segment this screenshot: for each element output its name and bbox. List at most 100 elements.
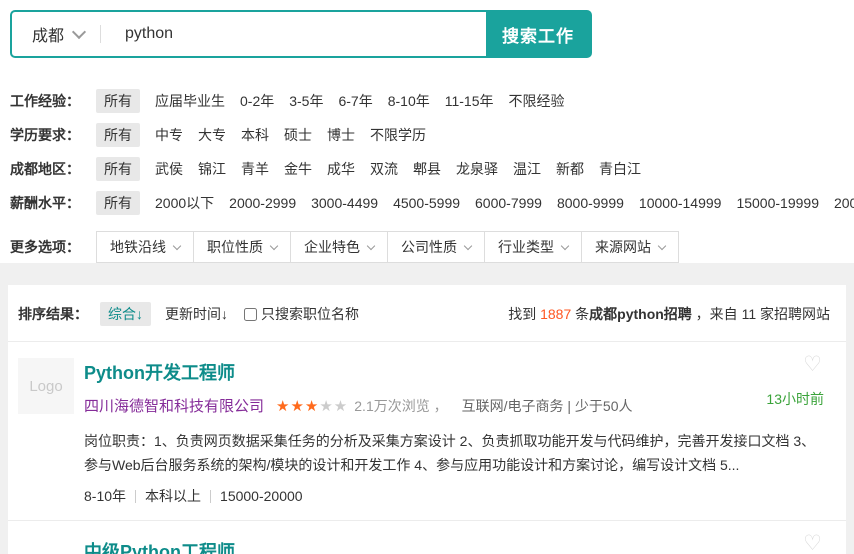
filter-row-experience: 工作经验： 所有 应届毕业生 0-2年 3-5年 6-7年 8-10年 11-15年不限经… (10, 91, 854, 111)
filter-option[interactable]: 3000-4499 (311, 195, 378, 211)
filter-option[interactable]: 锦江 (198, 159, 226, 179)
dropdown-label: 来源网站 (595, 237, 651, 257)
filter-option[interactable]: 硕士 (284, 125, 312, 145)
filter-option[interactable]: 4500-5999 (393, 195, 460, 211)
filter-label: 薪酬水平： (10, 193, 96, 213)
search-button[interactable]: 搜索工作 (486, 12, 590, 56)
filter-option[interactable]: 青羊 (241, 159, 269, 179)
divider (210, 490, 211, 503)
filter-selected-all[interactable]: 所有 (96, 157, 140, 181)
divider (135, 490, 136, 503)
more-options-dropdowns: 地铁沿线 职位性质 企业特色 公司性质 行业类型 来源网站 (96, 231, 679, 263)
title-only-checkbox[interactable] (244, 308, 257, 321)
job-description: 岗位职责：1、负责网页数据采集任务的分析及采集方案设计 2、负责抓取功能开发与代… (84, 429, 836, 477)
meta-experience: 8-10年 (84, 486, 126, 506)
dropdown-label: 职位性质 (207, 237, 263, 257)
filter-selected-all[interactable]: 所有 (96, 89, 140, 113)
filter-option[interactable]: 2000-2999 (229, 195, 296, 211)
chevron-down-icon (367, 241, 375, 249)
job-title-link[interactable]: Python开发工程师 (84, 359, 235, 385)
filter-option[interactable]: 成华 (327, 159, 355, 179)
industry-size: 互联网/电子商务 | 少于50人 (462, 396, 633, 416)
dropdown-label: 行业类型 (498, 237, 554, 257)
more-option-dropdown[interactable]: 地铁沿线 (96, 231, 194, 263)
results-background: 排序结果： 综合↓ 更新时间↓ 只搜索职位名称 找到 1887 条成都pytho… (0, 263, 854, 554)
filter-option[interactable]: 应届毕业生 (155, 91, 225, 111)
post-time: 13小时前 (766, 389, 824, 409)
filter-option[interactable]: 20000- (834, 195, 854, 211)
filter-option[interactable]: 温江 (513, 159, 541, 179)
job-listing-1: Logo Python开发工程师 四川海德智和科技有限公司 ★★★★★ 2.1万… (8, 342, 846, 520)
job-title-link[interactable]: 中级Python工程师 (84, 538, 235, 554)
filter-option[interactable]: 不限学历 (370, 125, 426, 145)
filter-option[interactable]: 新都 (556, 159, 584, 179)
filter-option[interactable]: 3-5年 (289, 91, 323, 111)
chevron-down-icon (658, 241, 666, 249)
sort-bar: 排序结果： 综合↓ 更新时间↓ 只搜索职位名称 找到 1887 条成都pytho… (8, 285, 846, 342)
filter-row-salary: 薪酬水平： 所有 2000以下 2000-2999 3000-4499 4500-59… (10, 193, 854, 213)
filter-option[interactable]: 0-2年 (240, 91, 274, 111)
filter-option[interactable]: 博士 (327, 125, 355, 145)
job-meta: 8-10年 本科以上 15000-20000 (84, 486, 836, 506)
search-input[interactable] (101, 12, 486, 56)
filter-option[interactable]: 武侯 (155, 159, 183, 179)
sort-update-time[interactable]: 更新时间↓ (165, 304, 228, 324)
filter-option[interactable]: 10000-14999 (639, 195, 722, 211)
search-filter-section: 成都 搜索工作 工作经验： 所有 应届毕业生 0-2年 3-5年 6-7年 8-10年 1… (0, 0, 854, 263)
favorite-heart-icon[interactable]: ♡ (803, 354, 822, 375)
view-count: 2.1万次浏览 ， (354, 396, 447, 416)
more-option-dropdown[interactable]: 职位性质 (193, 231, 291, 263)
filter-selected-all[interactable]: 所有 (96, 191, 140, 215)
chevron-down-icon (173, 241, 181, 249)
filter-label: 成都地区： (10, 159, 96, 179)
result-summary: 找到 1887 条成都python招聘 ，来自 11 家招聘网站 (508, 304, 830, 324)
city-selector[interactable]: 成都 (12, 12, 100, 56)
filter-row-education: 学历要求： 所有 中专大专本科硕士博士不限学历 (10, 125, 854, 145)
filter-option[interactable]: 中专 (155, 125, 183, 145)
summary-prefix: 找到 (508, 306, 540, 322)
rating-stars: ★★★★★ (276, 397, 348, 415)
more-option-dropdown[interactable]: 企业特色 (290, 231, 388, 263)
company-link[interactable]: 四川海德智和科技有限公司 (84, 395, 264, 416)
result-count: 1887 (540, 306, 571, 322)
filter-option[interactable]: 大专 (198, 125, 226, 145)
filter-option[interactable]: 青白江 (599, 159, 641, 179)
filter-row-district: 成都地区： 所有 武侯锦江青羊金牛成华双流郫县龙泉驿温江新都青白江 (10, 159, 854, 179)
filter-option[interactable]: 郫县 (413, 159, 441, 179)
filter-option[interactable]: 8-10年 (388, 91, 430, 111)
chevron-down-icon (464, 241, 472, 249)
filter-option[interactable]: 11-15年 (445, 91, 494, 111)
filter-option[interactable]: 金牛 (284, 159, 312, 179)
filter-option[interactable]: 6-7年 (338, 91, 372, 111)
dropdown-label: 公司性质 (401, 237, 457, 257)
filter-selected-all[interactable]: 所有 (96, 123, 140, 147)
more-options-row: 更多选项： 地铁沿线 职位性质 企业特色 公司性质 行业类型 来源网站 (10, 231, 854, 263)
city-label: 成都 (32, 22, 64, 46)
more-option-dropdown[interactable]: 行业类型 (484, 231, 582, 263)
filter-option[interactable]: 15000-19999 (736, 195, 819, 211)
sort-comprehensive[interactable]: 综合↓ (100, 302, 151, 326)
filter-option[interactable]: 6000-7999 (475, 195, 542, 211)
more-option-dropdown[interactable]: 公司性质 (387, 231, 485, 263)
summary-suffix: ，来自 11 家招聘网站 (692, 306, 830, 322)
company-logo: Logo (18, 358, 74, 414)
more-options-label: 更多选项： (10, 237, 96, 257)
company-logo: BBD (18, 537, 74, 554)
filter-option[interactable]: 龙泉驿 (456, 159, 498, 179)
chevron-down-icon (270, 241, 278, 249)
filter-option[interactable]: 2000以下 (155, 193, 214, 213)
favorite-heart-icon[interactable]: ♡ (803, 533, 822, 554)
filter-option[interactable]: 双流 (370, 159, 398, 179)
title-only-label: 只搜索职位名称 (261, 304, 359, 324)
search-bar: 成都 搜索工作 (10, 10, 592, 58)
filter-label: 工作经验： (10, 91, 96, 111)
more-option-dropdown[interactable]: 来源网站 (581, 231, 679, 263)
dropdown-label: 地铁沿线 (110, 237, 166, 257)
filter-label: 学历要求： (10, 125, 96, 145)
filter-option[interactable]: 不限经验 (509, 91, 565, 111)
dropdown-label: 企业特色 (304, 237, 360, 257)
result-keyword: 成都python招聘 (589, 306, 692, 322)
filter-option[interactable]: 本科 (241, 125, 269, 145)
filter-option[interactable]: 8000-9999 (557, 195, 624, 211)
summary-mid: 条 (571, 306, 589, 322)
